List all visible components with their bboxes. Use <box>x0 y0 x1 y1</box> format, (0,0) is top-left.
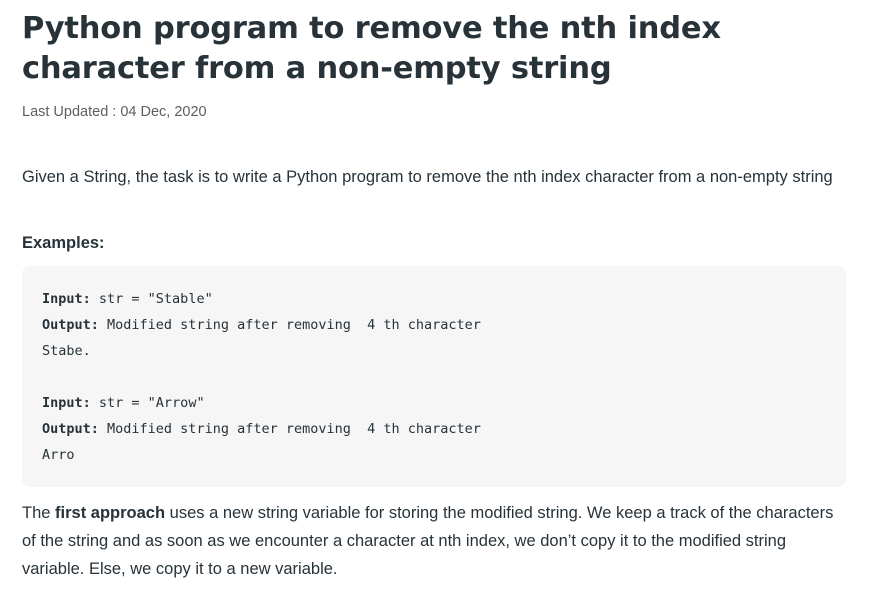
example-1-result-line: Stabe. <box>42 343 91 359</box>
examples-code-block: Input: str = "Stable" Output: Modified s… <box>22 266 846 487</box>
example-2-result-line: Arro <box>42 447 75 463</box>
approach-paragraph: The first approach uses a new string var… <box>22 499 842 583</box>
output-label: Output: <box>42 317 99 333</box>
example-2-output-line: Output: Modified string after removing 4… <box>42 416 826 442</box>
examples-heading: Examples: <box>22 234 105 252</box>
article-title: Python program to remove the nth index c… <box>22 11 721 86</box>
last-updated-date: Last Updated : 04 Dec, 2020 <box>22 104 207 120</box>
example-1-input-line: Input: str = "Stable" <box>42 286 826 312</box>
output-value: Modified string after removing 4 th char… <box>98 421 481 437</box>
approach-bold-text: first approach <box>55 504 166 522</box>
example-2-input-line: Input: str = "Arrow" <box>42 390 826 416</box>
example-1-output-line: Output: Modified string after removing 4… <box>42 312 826 338</box>
output-value: Modified string after removing 4 th char… <box>98 317 481 333</box>
input-label: Input: <box>42 291 91 307</box>
intro-paragraph: Given a String, the task is to write a P… <box>22 168 833 186</box>
output-label: Output: <box>42 421 99 437</box>
input-label: Input: <box>42 395 91 411</box>
approach-prefix: The <box>22 504 56 522</box>
input-value: str = "Stable" <box>90 291 213 307</box>
input-value: str = "Arrow" <box>90 395 205 411</box>
article-page: Python program to remove the nth index c… <box>0 0 872 602</box>
